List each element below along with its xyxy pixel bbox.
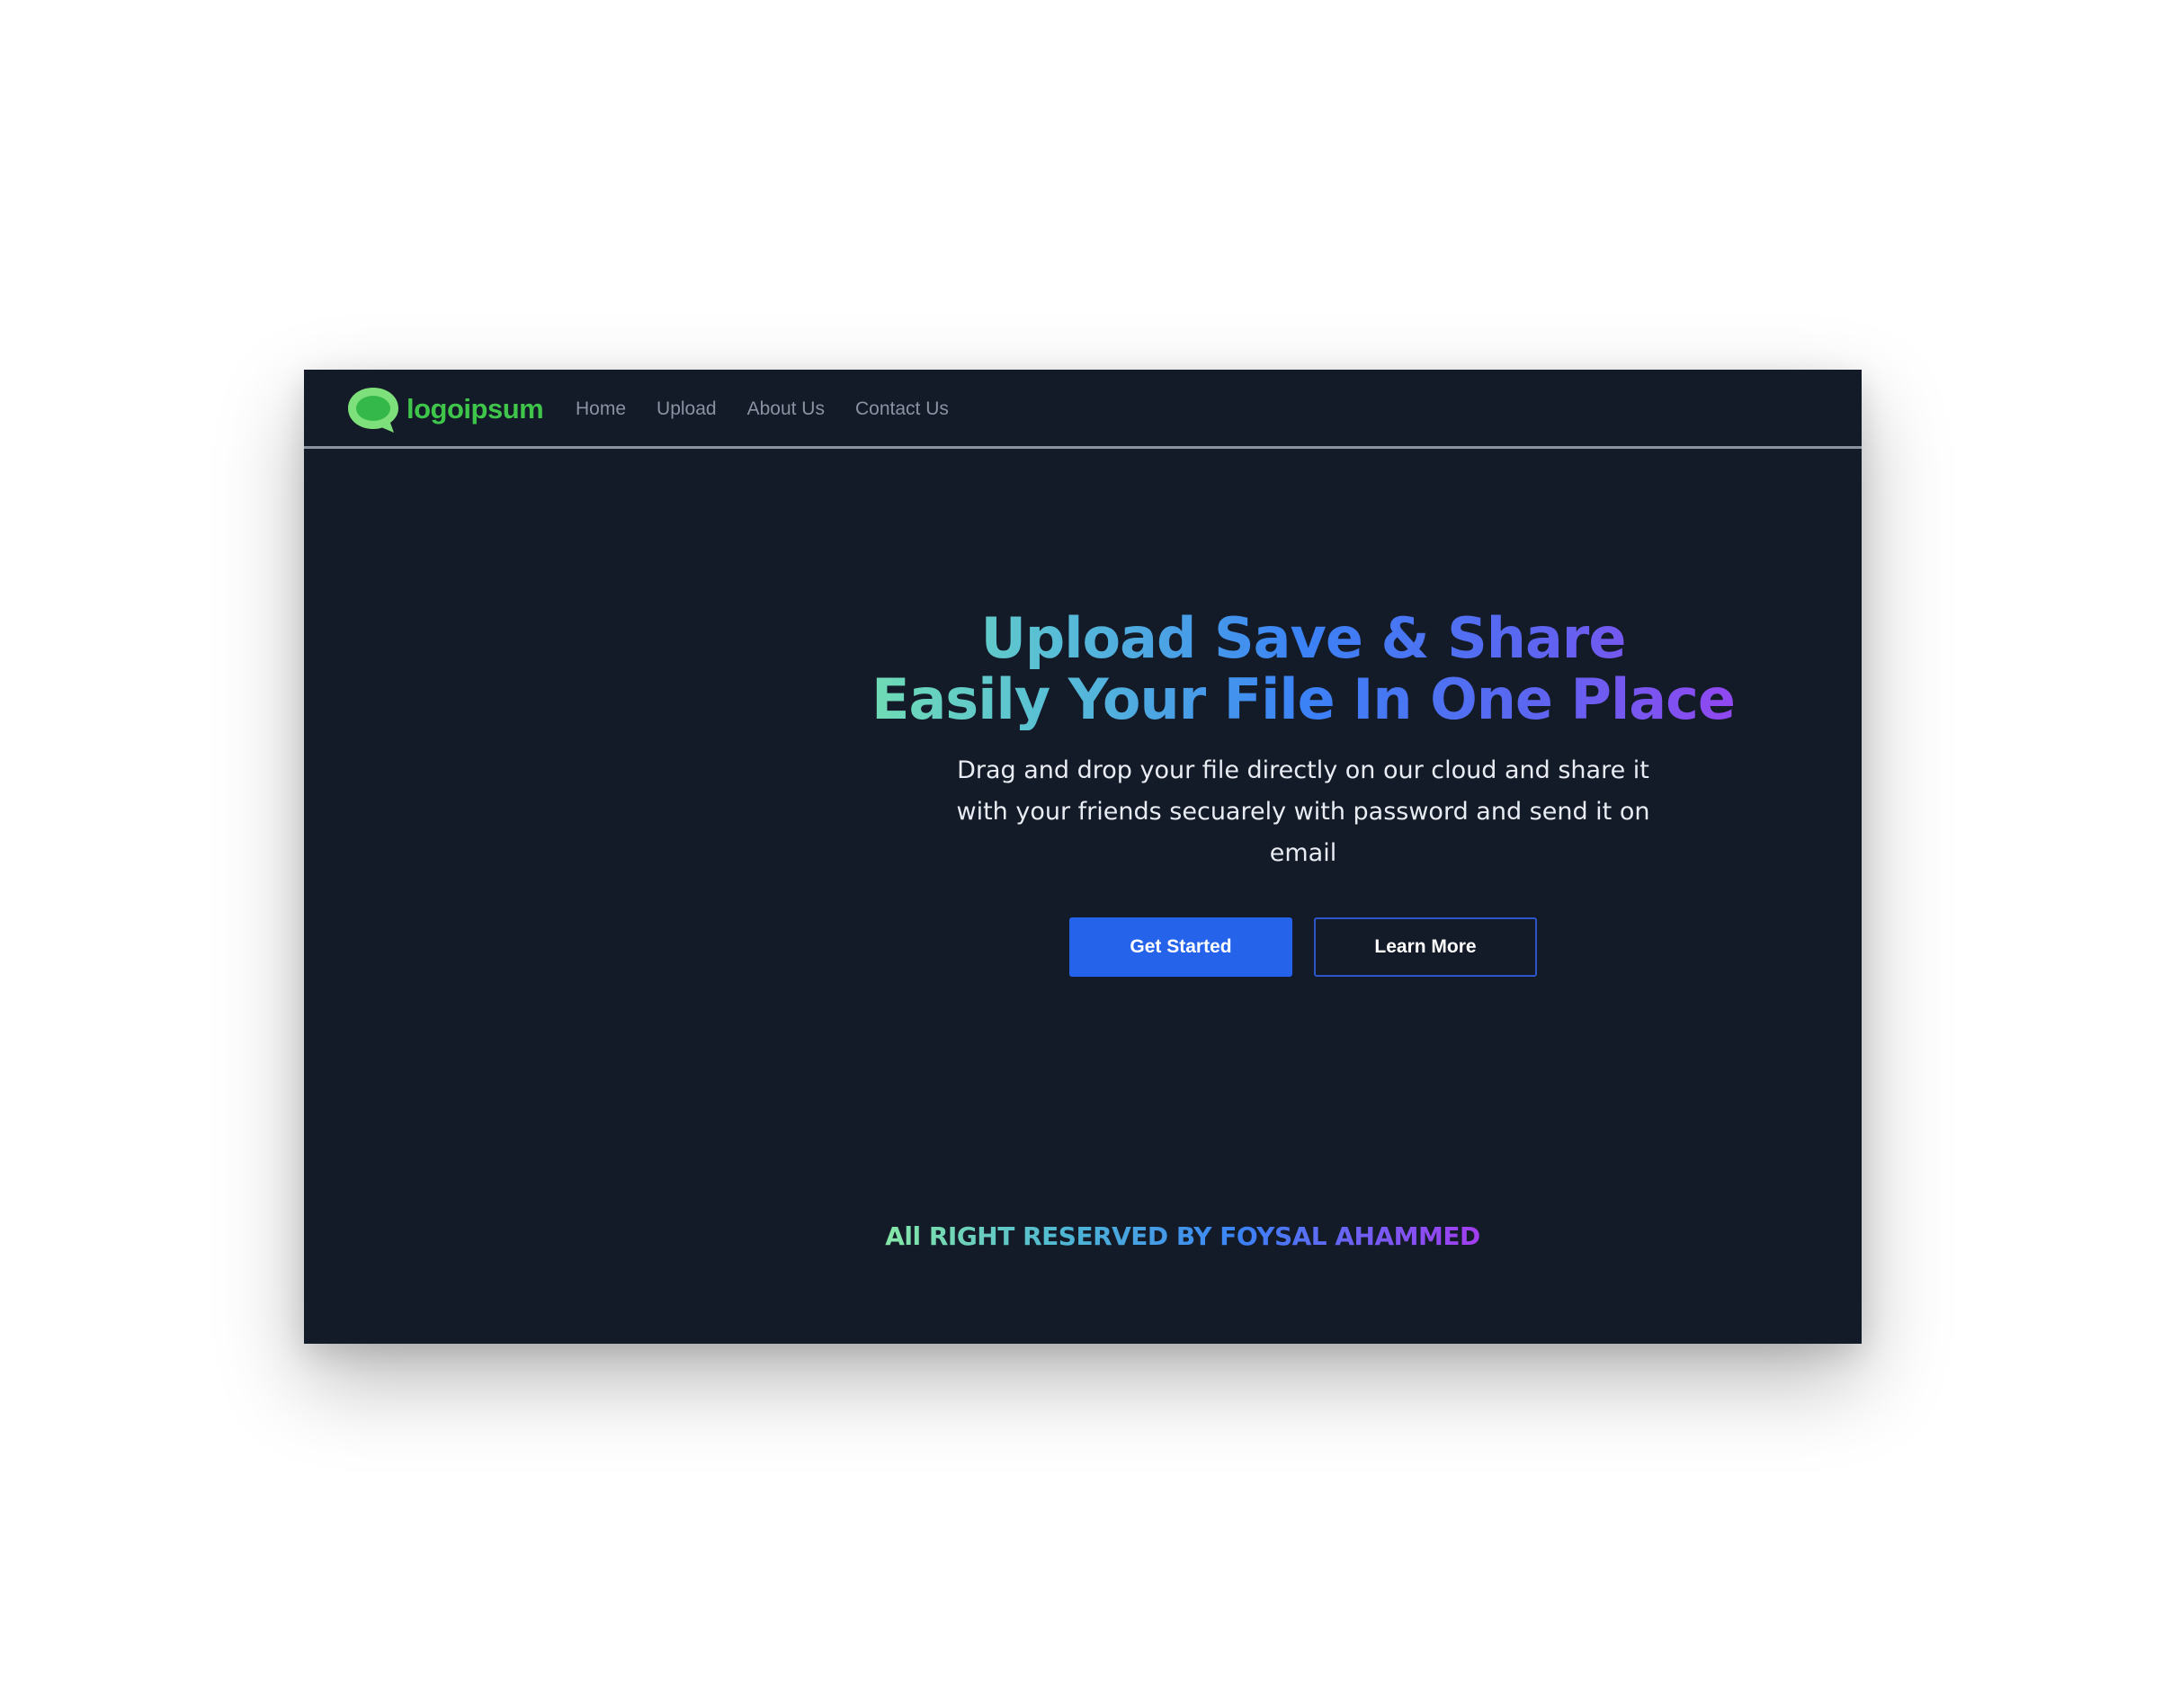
app-window: logoipsum Home Upload About Us Contact U… [304,370,1862,1344]
copyright-text: All RIGHT RESERVED BY FOYSAL AHAMMED [885,1221,1480,1251]
top-navbar: logoipsum Home Upload About Us Contact U… [304,370,1862,449]
nav-home[interactable]: Home [576,398,626,420]
brand-logo[interactable]: logoipsum [345,384,544,434]
hero-actions: Get Started Learn More [802,917,1804,977]
nav-contact-us[interactable]: Contact Us [855,398,949,420]
brand-name: logoipsum [406,393,544,425]
chat-bubble-logo-icon [348,388,398,433]
hero-section: Upload Save & Share Easily Your File In … [802,608,1804,977]
hero-description: Drag and drop your file directly on our … [956,756,1650,867]
nav-about-us[interactable]: About Us [747,398,825,420]
hero-title: Upload Save & Share Easily Your File In … [802,608,1804,730]
get-started-button[interactable]: Get Started [1069,917,1292,977]
main-nav: Home Upload About Us Contact Us [576,370,949,449]
hero-title-line-1: Upload Save & Share [980,605,1626,671]
hero-title-line-2: Easily Your File In One Place [871,666,1735,732]
page-footer: All RIGHT RESERVED BY FOYSAL AHAMMED [304,1221,1862,1251]
nav-upload[interactable]: Upload [657,398,717,420]
learn-more-button[interactable]: Learn More [1314,917,1537,977]
